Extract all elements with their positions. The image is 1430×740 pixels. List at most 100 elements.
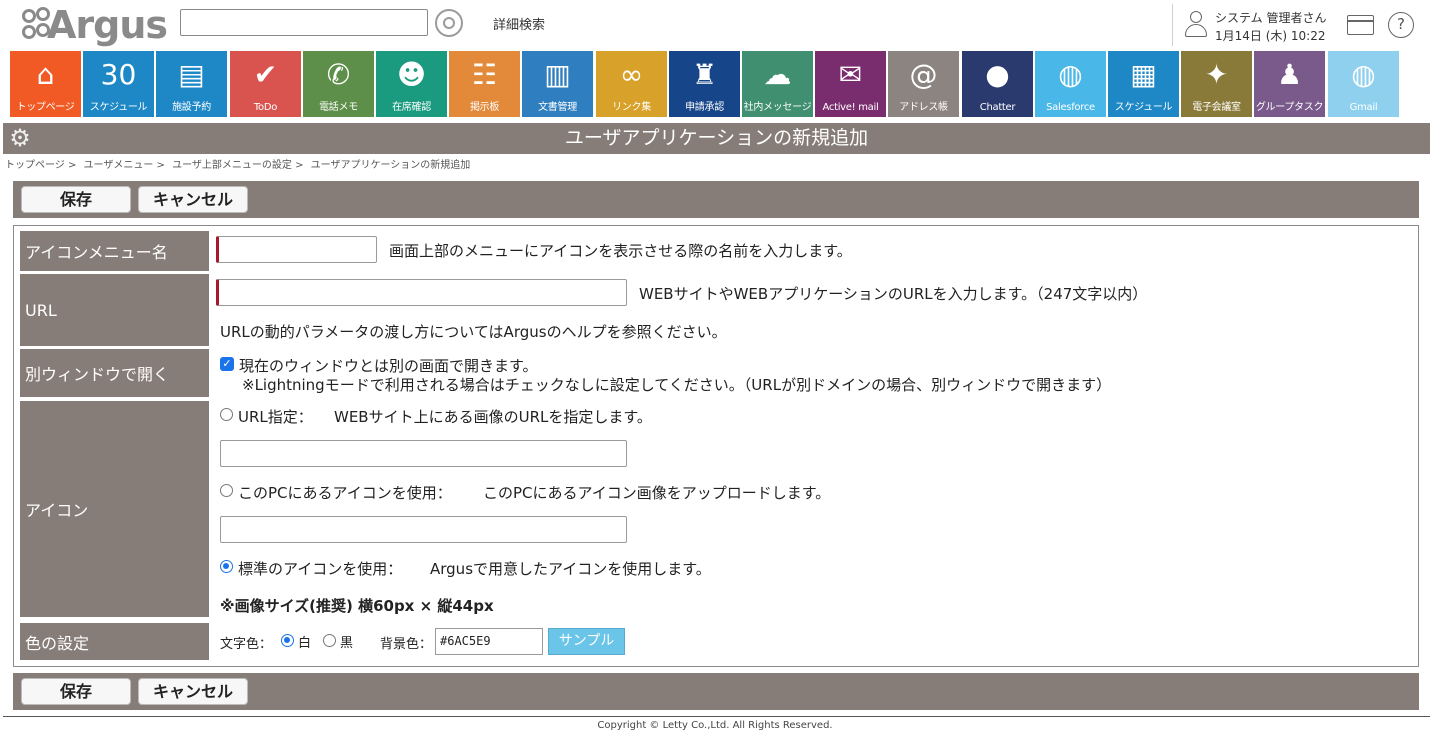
meeting-room-icon: ✦ bbox=[1204, 58, 1229, 91]
page-title: ユーザアプリケーションの新規追加 bbox=[564, 127, 869, 149]
breadcrumb-item-current: ユーザアプリケーションの新規追加 bbox=[310, 160, 471, 171]
new-window-text: 現在のウィンドウとは別の画面で開きます。 bbox=[239, 357, 538, 375]
globe-icon: ◍ bbox=[1351, 58, 1376, 91]
icon-menu-name-hint: 画面上部のメニューにアイコンを表示させる際の名前を入力します。 bbox=[389, 242, 852, 260]
logo-text: Argus bbox=[46, 3, 168, 47]
save-button[interactable]: 保存 bbox=[21, 186, 131, 213]
app-tile-label: 文書管理 bbox=[538, 102, 577, 113]
bg-color-input[interactable]: #6AC5E9 bbox=[435, 628, 543, 655]
breadcrumb-item-top[interactable]: トップページ > bbox=[5, 160, 76, 171]
app-tile-label: Salesforce bbox=[1046, 102, 1095, 113]
app-tile-label: 社内メッセージ bbox=[743, 102, 812, 113]
text-color-white-label: 白 bbox=[298, 636, 312, 651]
app-tile-label: 電話メモ bbox=[319, 102, 358, 113]
app-tile-17[interactable]: ♟ グループタスク bbox=[1254, 51, 1325, 117]
app-tile-label: Chatter bbox=[979, 102, 1016, 113]
bg-color-label: 背景色： bbox=[380, 637, 433, 652]
text-color-black-radio[interactable] bbox=[323, 634, 336, 647]
breadcrumb: トップページ > ユーザメニュー > ユーザ上部メニューの設定 > ユーザアプリ… bbox=[5, 156, 474, 171]
app-tile-label: 在席確認 bbox=[392, 102, 431, 113]
new-window-checkbox[interactable]: ✓ bbox=[220, 357, 234, 371]
argus-logo[interactable]: Argus bbox=[22, 3, 168, 47]
documents-icon: ▥ bbox=[544, 58, 571, 91]
link-icon: ∞ bbox=[619, 58, 644, 91]
app-tile-16[interactable]: ✦ 電子会議室 bbox=[1181, 51, 1252, 117]
footer-divider bbox=[3, 716, 1430, 717]
app-tile-15[interactable]: ▦ スケジュール bbox=[1108, 51, 1179, 117]
url-input[interactable] bbox=[216, 279, 627, 306]
app-tile-6[interactable]: ☷ 掲示板 bbox=[449, 51, 520, 117]
app-tile-13[interactable]: ● Chatter bbox=[962, 51, 1033, 117]
approval-stamp-icon: ♜ bbox=[691, 58, 718, 91]
cancel-button[interactable]: キャンセル bbox=[138, 186, 248, 213]
app-tile-8[interactable]: ∞ リンク集 bbox=[596, 51, 667, 117]
app-tile-label: 申請承認 bbox=[685, 102, 724, 113]
mail-icon: ✉ bbox=[838, 58, 863, 91]
app-tile-18[interactable]: ◍ Gmail bbox=[1328, 51, 1399, 117]
home-icon: ⌂ bbox=[36, 58, 55, 91]
app-tile-4[interactable]: ✆ 電話メモ bbox=[303, 51, 374, 117]
icon-upload-option-label: このPCにあるアイコンを使用： bbox=[238, 484, 452, 502]
app-tile-7[interactable]: ▥ 文書管理 bbox=[522, 51, 593, 117]
header-divider bbox=[1172, 4, 1173, 46]
new-window-note: ※Lightningモードで利用される場合はチェックなしに設定してください。（U… bbox=[242, 376, 1112, 394]
text-color-label: 文字色： bbox=[220, 637, 273, 652]
app-tile-14[interactable]: ◍ Salesforce bbox=[1035, 51, 1106, 117]
user-icon[interactable] bbox=[1183, 11, 1209, 39]
phone-memo-icon: ✆ bbox=[326, 58, 351, 91]
icon-standard-radio[interactable] bbox=[220, 560, 233, 573]
app-tile-3[interactable]: ✔ ToDo bbox=[230, 51, 301, 117]
app-tile-12[interactable]: @ アドレス帳 bbox=[888, 51, 959, 117]
search-icon[interactable] bbox=[435, 9, 463, 37]
text-color-black-label: 黒 bbox=[340, 636, 354, 651]
text-color-white-radio[interactable] bbox=[281, 634, 294, 647]
icon-standard-option-desc: Argusで用意したアイコンを使用します。 bbox=[430, 560, 711, 578]
search-input[interactable] bbox=[180, 9, 428, 36]
app-tile-label: リンク集 bbox=[612, 102, 651, 113]
app-tile-label: トップページ bbox=[16, 102, 75, 113]
app-tile-label: Active! mail bbox=[822, 102, 879, 113]
help-icon[interactable]: ? bbox=[1388, 12, 1414, 38]
app-tile-label: ToDo bbox=[253, 102, 278, 113]
advanced-search-link[interactable]: 詳細検索 bbox=[493, 14, 545, 33]
app-tile-label: スケジュール bbox=[89, 102, 148, 113]
save-button-bottom[interactable]: 保存 bbox=[21, 678, 131, 705]
icon-url-input[interactable] bbox=[220, 440, 627, 467]
breadcrumb-item-user-menu[interactable]: ユーザメニュー > bbox=[84, 160, 165, 171]
app-tile-label: アドレス帳 bbox=[899, 102, 948, 113]
icon-label: アイコン bbox=[20, 401, 209, 617]
group-task-icon: ♟ bbox=[1276, 58, 1303, 91]
app-tile-label: 電子会議室 bbox=[1192, 102, 1241, 113]
sample-button[interactable]: サンプル bbox=[548, 628, 625, 655]
current-datetime: 1月14日 (木) 10:22 bbox=[1215, 29, 1326, 43]
app-tile-label: 掲示板 bbox=[469, 102, 500, 113]
app-tile-label: Gmail bbox=[1349, 102, 1378, 113]
icon-size-note: ※画像サイズ(推奨) 横60px × 縦44px bbox=[220, 597, 494, 615]
app-tile-10[interactable]: ☁ 社内メッセージ bbox=[742, 51, 813, 117]
logo-rings-icon bbox=[22, 7, 50, 43]
icon-upload-option-desc: このPCにあるアイコン画像をアップロードします。 bbox=[483, 484, 831, 502]
new-window-label: 別ウィンドウで開く bbox=[20, 349, 209, 397]
icon-menu-name-label: アイコンメニュー名 bbox=[20, 231, 209, 271]
app-tile-label: スケジュール bbox=[1114, 102, 1173, 113]
app-tile-11[interactable]: ✉ Active! mail bbox=[815, 51, 886, 117]
globe-icon: ◍ bbox=[1058, 58, 1083, 91]
app-tile-2[interactable]: ▤ 施設予約 bbox=[156, 51, 227, 117]
app-tile-0[interactable]: ⌂ トップページ bbox=[10, 51, 81, 117]
icon-standard-option-label: 標準のアイコンを使用： bbox=[238, 560, 403, 578]
header: Argus 詳細検索 システム 管理者さん 1月14日 (木) 10:22 ? bbox=[0, 0, 1430, 50]
app-tile-9[interactable]: ♜ 申請承認 bbox=[669, 51, 740, 117]
icon-upload-radio[interactable] bbox=[220, 484, 233, 497]
icon-url-radio[interactable] bbox=[220, 408, 233, 421]
app-form: アイコンメニュー名 画面上部のメニューにアイコンを表示させる際の名前を入力します… bbox=[13, 225, 1419, 667]
icon-upload-input[interactable] bbox=[220, 516, 627, 543]
window-icon[interactable] bbox=[1347, 15, 1374, 35]
icon-menu-name-input[interactable] bbox=[216, 236, 377, 263]
breadcrumb-item-top-menu-settings[interactable]: ユーザ上部メニューの設定 > bbox=[172, 160, 303, 171]
cancel-button-bottom[interactable]: キャンセル bbox=[138, 678, 248, 705]
chatter-icon: ● bbox=[985, 58, 1010, 91]
app-tile-5[interactable]: ☻ 在席確認 bbox=[376, 51, 447, 117]
app-tile-1[interactable]: 30 スケジュール bbox=[83, 51, 154, 117]
url-label: URL bbox=[20, 274, 209, 346]
user-name[interactable]: システム 管理者さん bbox=[1215, 9, 1326, 26]
